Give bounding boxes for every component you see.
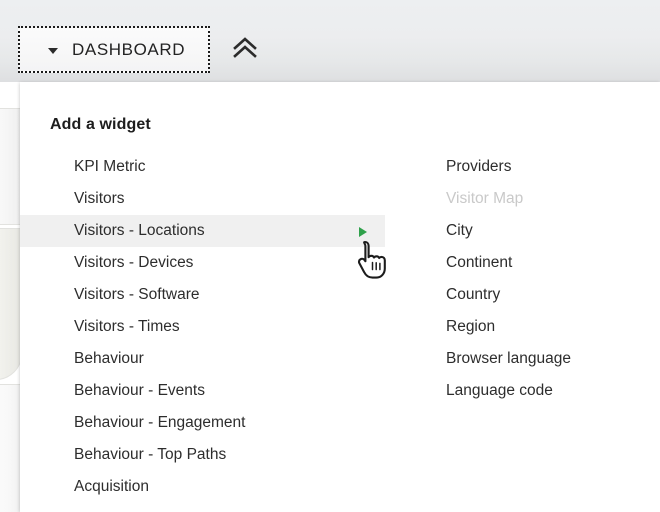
menu-item-label: Behaviour - Events bbox=[74, 382, 205, 399]
add-widget-dropdown-panel: Add a widget KPI Metric Visitors Visitors … bbox=[20, 82, 660, 512]
submenu-item-language-code[interactable]: Language code bbox=[425, 375, 655, 407]
menu-item-label: Visitors - Times bbox=[74, 318, 180, 335]
submenu-item-city[interactable]: City bbox=[425, 215, 655, 247]
submenu-item-label: Region bbox=[446, 318, 496, 335]
submenu-item-country[interactable]: Country bbox=[425, 279, 655, 311]
menu-item-behaviour-top-paths[interactable]: Behaviour - Top Paths bbox=[20, 439, 385, 471]
submenu-item-label: Visitor Map bbox=[446, 190, 524, 207]
background-widget-card bbox=[0, 384, 22, 512]
menu-item-visitors[interactable]: Visitors bbox=[20, 183, 385, 215]
submenu-item-region[interactable]: Region bbox=[425, 311, 655, 343]
menu-item-visitors-devices[interactable]: Visitors - Devices bbox=[20, 247, 385, 279]
menu-item-label: Behaviour - Engagement bbox=[74, 414, 246, 431]
submenu-item-label: City bbox=[446, 222, 473, 239]
menu-item-behaviour[interactable]: Behaviour bbox=[20, 343, 385, 375]
submenu-item-label: Browser language bbox=[446, 350, 571, 367]
menu-item-label: KPI Metric bbox=[74, 158, 146, 175]
submenu-item-continent[interactable]: Continent bbox=[425, 247, 655, 279]
dashboard-selector-button[interactable]: DASHBOARD bbox=[18, 26, 210, 73]
menu-item-behaviour-engagement[interactable]: Behaviour - Engagement bbox=[20, 407, 385, 439]
background-widget-card bbox=[0, 228, 22, 380]
dashboard-selector-label: DASHBOARD bbox=[72, 40, 186, 59]
page-title: Add a widget bbox=[50, 116, 151, 133]
submenu-arrow-icon bbox=[359, 227, 367, 237]
submenu-item-label: Language code bbox=[446, 382, 553, 399]
menu-item-label: Behaviour bbox=[74, 350, 144, 367]
menu-item-visitors-times[interactable]: Visitors - Times bbox=[20, 311, 385, 343]
menu-item-visitors-locations[interactable]: Visitors - Locations bbox=[20, 215, 385, 247]
menu-item-label: Acquisition bbox=[74, 478, 149, 495]
submenu-item-label: Providers bbox=[446, 158, 512, 175]
submenu-item-label: Country bbox=[446, 286, 501, 303]
menu-item-behaviour-events[interactable]: Behaviour - Events bbox=[20, 375, 385, 407]
caret-down-icon bbox=[48, 48, 58, 54]
menu-item-label: Visitors - Locations bbox=[74, 222, 205, 239]
widget-category-list: KPI Metric Visitors Visitors - Locations Vi… bbox=[20, 151, 385, 503]
menu-item-label: Visitors - Software bbox=[74, 286, 200, 303]
menu-item-visitors-software[interactable]: Visitors - Software bbox=[20, 279, 385, 311]
menu-item-kpi-metric[interactable]: KPI Metric bbox=[20, 151, 385, 183]
menu-item-label: Visitors - Devices bbox=[74, 254, 194, 271]
submenu-item-label: Continent bbox=[446, 254, 513, 271]
menu-item-acquisition[interactable]: Acquisition bbox=[20, 471, 385, 503]
double-chevron-up-icon[interactable] bbox=[232, 36, 258, 60]
submenu-item-browser-language[interactable]: Browser language bbox=[425, 343, 655, 375]
menu-item-label: Behaviour - Top Paths bbox=[74, 446, 227, 463]
submenu-item-providers[interactable]: Providers bbox=[425, 151, 655, 183]
screen: DASHBOARD Add a widget KPI Metric Visitor… bbox=[0, 0, 660, 512]
widget-submenu-list: Providers Visitor Map City Continent Country… bbox=[425, 151, 655, 407]
background-widget-card bbox=[0, 108, 22, 225]
menu-item-label: Visitors bbox=[74, 190, 125, 207]
top-bar: DASHBOARD bbox=[0, 0, 660, 82]
submenu-item-visitor-map: Visitor Map bbox=[425, 183, 655, 215]
